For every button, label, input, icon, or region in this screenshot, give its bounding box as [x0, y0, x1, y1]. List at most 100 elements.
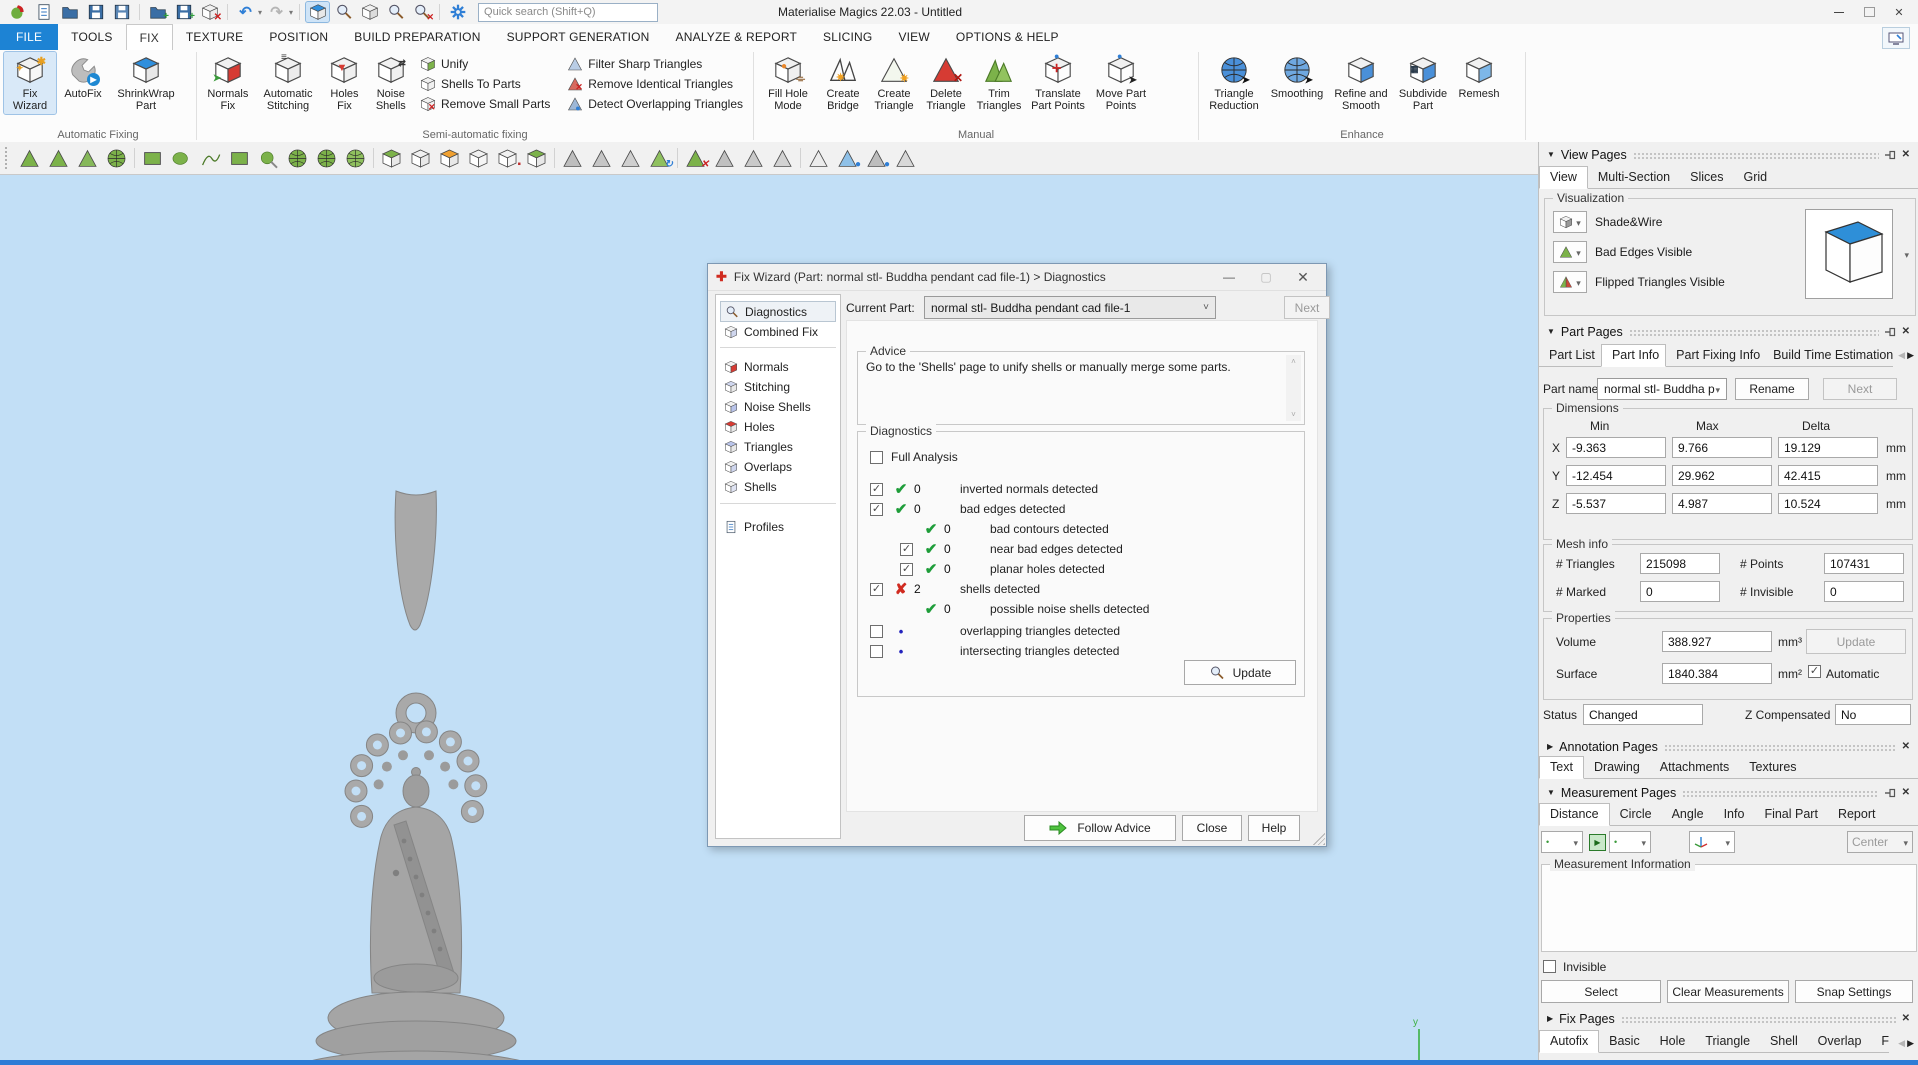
automatic-surface-checkbox[interactable] — [1808, 665, 1821, 678]
ribbon-holes-fix-button[interactable]: ▼ Holes Fix — [321, 52, 367, 114]
point-triangle-icon[interactable]: ● — [862, 145, 891, 171]
ribbon-normals-fix-button[interactable]: ➤ Normals Fix — [201, 52, 255, 114]
volume-field[interactable]: 388.927 — [1662, 631, 1772, 652]
sidebar-item-triangles[interactable]: Triangles — [720, 437, 836, 456]
tab-circle[interactable]: Circle — [1610, 804, 1662, 825]
unzoom-button[interactable]: ✕ — [410, 2, 433, 22]
advice-scrollbar[interactable]: ˄˅ — [1286, 355, 1301, 421]
zoom-button[interactable] — [384, 2, 407, 22]
menu-slicing[interactable]: SLICING — [810, 24, 885, 50]
ribbon-autofix-button[interactable]: ▶ AutoFix — [56, 52, 110, 102]
help-button[interactable]: Help — [1248, 815, 1300, 841]
menu-options-help[interactable]: OPTIONS & HELP — [943, 24, 1072, 50]
customize-ui-button[interactable] — [1882, 27, 1910, 49]
mark-volume-cube-icon[interactable] — [464, 145, 493, 171]
flipped-triangles-dropdown[interactable] — [1553, 271, 1587, 293]
transparent-triangle-icon[interactable] — [891, 145, 920, 171]
points-count-field[interactable]: 107431 — [1824, 553, 1904, 574]
tab-basic[interactable]: Basic — [1599, 1031, 1650, 1052]
shaded-view-button[interactable] — [306, 2, 329, 22]
mark-through-cube-icon[interactable] — [522, 145, 551, 171]
view-pages-header[interactable]: ▼ View Pages ✕ — [1539, 146, 1918, 163]
tab-grid[interactable]: Grid — [1733, 167, 1777, 188]
dialog-resize-grip[interactable] — [1313, 833, 1325, 845]
view-preview-box[interactable] — [1805, 209, 1893, 299]
plane-triangle-icon[interactable] — [768, 145, 797, 171]
menu-position[interactable]: POSITION — [256, 24, 341, 50]
y-max-field[interactable]: 29.962 — [1672, 465, 1772, 486]
pin-icon[interactable] — [1885, 327, 1896, 337]
y-delta-field[interactable]: 42.415 — [1778, 465, 1878, 486]
new-file-button[interactable] — [32, 2, 55, 22]
scroll-right-icon[interactable]: ▶ — [1907, 1038, 1914, 1049]
pin-icon[interactable] — [1885, 788, 1896, 798]
near-bad-edges-checkbox[interactable] — [900, 543, 913, 556]
ribbon-subdivide-part-button[interactable]: ▦ Subdivide Part — [1393, 52, 1453, 114]
full-analysis-checkbox[interactable] — [870, 451, 883, 464]
redo-dropdown-arrow[interactable]: ▾ — [289, 8, 293, 17]
invisible-count-field[interactable]: 0 — [1824, 581, 1904, 602]
mark-plane-icon[interactable] — [44, 145, 73, 171]
ribbon-remesh-button[interactable]: Remesh — [1453, 52, 1505, 102]
z-delta-field[interactable]: 10.524 — [1778, 493, 1878, 514]
tab-triangle[interactable]: Triangle — [1695, 1031, 1760, 1052]
z-max-field[interactable]: 4.987 — [1672, 493, 1772, 514]
select-triangle-icon[interactable] — [558, 145, 587, 171]
ribbon-fix-wizard-button[interactable]: ✱✦ Fix Wizard — [4, 52, 56, 114]
ribbon-shells-to-parts-button[interactable]: Shells To Parts — [420, 76, 550, 92]
undo-button[interactable]: ↶ — [234, 2, 257, 22]
surface-field[interactable]: 1840.384 — [1662, 663, 1772, 684]
z-compensated-field[interactable]: No — [1835, 704, 1911, 725]
mark-brush-icon[interactable] — [254, 145, 283, 171]
part-pages-header[interactable]: ▼ Part Pages ✕ — [1539, 323, 1918, 340]
ribbon-delete-triangle-button[interactable]: ✕ Delete Triangle — [920, 52, 972, 114]
save-as-button[interactable] — [110, 2, 133, 22]
intersecting-triangles-checkbox[interactable] — [870, 645, 883, 658]
hole-triangle-icon[interactable] — [804, 145, 833, 171]
export-part-button[interactable]: + — [172, 2, 195, 22]
ribbon-remove-identical-triangles-button[interactable]: ✕Remove Identical Triangles — [567, 76, 743, 92]
tab-hole[interactable]: Hole — [1650, 1031, 1696, 1052]
tab-part-list[interactable]: Part List — [1539, 345, 1601, 366]
scroll-down-icon[interactable]: ˅ — [1291, 410, 1296, 419]
quick-search-input[interactable] — [478, 3, 658, 22]
sidebar-item-combined-fix[interactable]: Combined Fix — [720, 322, 836, 341]
sidebar-item-profiles[interactable]: Profiles — [720, 517, 836, 536]
close-section-icon[interactable]: ✕ — [1902, 326, 1910, 337]
current-part-dropdown[interactable]: normal stl- Buddha pendant cad file-1 ˅ — [924, 296, 1216, 319]
mark-cube-icon[interactable] — [377, 145, 406, 171]
tab-part-fixing-info[interactable]: Part Fixing Info — [1666, 345, 1763, 366]
collapse-arrow-icon[interactable]: ▼ — [1547, 327, 1555, 336]
dialog-minimize-button[interactable]: — — [1214, 270, 1244, 284]
sidebar-item-shells[interactable]: Shells — [720, 477, 836, 496]
select-plane-icon[interactable] — [587, 145, 616, 171]
ribbon-move-part-points-button[interactable]: ●➤ Move Part Points — [1090, 52, 1152, 114]
ribbon-filter-sharp-triangles-button[interactable]: Filter Sharp Triangles — [567, 56, 743, 72]
z-min-field[interactable]: -5.537 — [1566, 493, 1666, 514]
undo-dropdown-arrow[interactable]: ▾ — [258, 8, 262, 17]
hidden-geometry-view-button[interactable] — [358, 2, 381, 22]
tab-slices[interactable]: Slices — [1680, 167, 1733, 188]
ribbon-noise-shells-button[interactable]: ⇄ Noise Shells — [368, 52, 414, 114]
expand-arrow-icon[interactable]: ▶ — [1547, 1014, 1553, 1023]
tab-clipped[interactable]: F — [1871, 1031, 1889, 1052]
close-window-button[interactable]: ✕ — [1884, 0, 1914, 24]
pin-icon[interactable] — [1885, 150, 1896, 160]
tab-final-part[interactable]: Final Part — [1754, 804, 1828, 825]
menu-view[interactable]: VIEW — [885, 24, 942, 50]
inverted-normals-checkbox[interactable] — [870, 483, 883, 496]
select-with-arrows-icon[interactable]: ↻ — [645, 145, 674, 171]
scroll-left-icon[interactable]: ◀ — [1898, 1038, 1905, 1049]
dialog-title-bar[interactable]: ✚ Fix Wizard (Part: normal stl- Buddha p… — [708, 264, 1326, 291]
menu-fix[interactable]: FIX — [126, 24, 173, 50]
collapse-arrow-icon[interactable]: ▼ — [1547, 150, 1555, 159]
close-section-icon[interactable]: ✕ — [1902, 149, 1910, 160]
x-min-field[interactable]: -9.363 — [1566, 437, 1666, 458]
ribbon-unify-button[interactable]: Unify — [420, 56, 550, 72]
mark-shell-cube-icon[interactable] — [406, 145, 435, 171]
scroll-right-icon[interactable]: ▶ — [1907, 350, 1914, 361]
status-field[interactable]: Changed — [1583, 704, 1703, 725]
close-section-icon[interactable]: ✕ — [1902, 787, 1910, 798]
sidebar-item-normals[interactable]: Normals — [720, 357, 836, 376]
next-part-button[interactable]: Next — [1823, 378, 1897, 400]
